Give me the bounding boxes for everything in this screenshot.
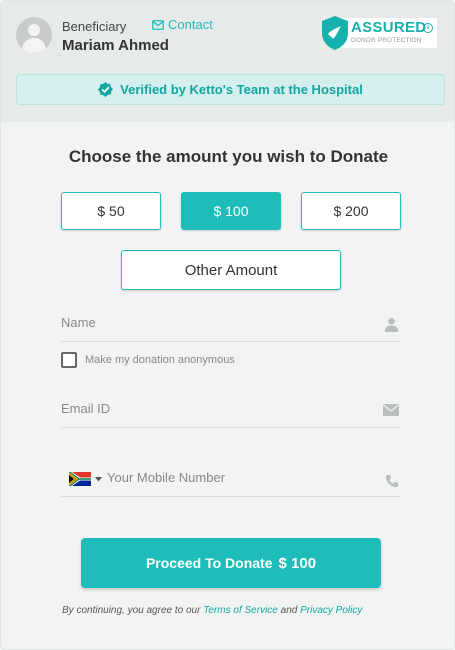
badge-title: ASSURED: [351, 19, 427, 36]
south-africa-flag-icon: [69, 472, 91, 486]
email-field-container: [61, 400, 401, 428]
mail-icon: [152, 19, 164, 30]
country-code-select[interactable]: [69, 472, 102, 486]
privacy-policy-link[interactable]: Privacy Policy: [300, 605, 362, 616]
name-input[interactable]: [61, 315, 361, 330]
badge-subtitle: DONOR PROTECTION: [351, 37, 422, 44]
assured-badge: ASSURED i DONOR PROTECTION: [321, 15, 437, 51]
email-input[interactable]: [61, 401, 361, 416]
terms-and: and: [277, 605, 301, 616]
user-icon: [384, 317, 399, 332]
verified-banner: Verified by Ketto's Team at the Hospital: [16, 74, 445, 105]
terms-prefix: By continuing, you agree to our: [62, 605, 204, 616]
proceed-to-donate-button[interactable]: Proceed To Donate $ 100: [81, 538, 381, 588]
shield-icon: [322, 16, 348, 50]
proceed-label: Proceed To Donate: [145, 555, 273, 571]
donation-card: Beneficiary Mariam Ahmed Contact ASSURED…: [0, 0, 455, 650]
name-field-container: [61, 314, 401, 342]
mobile-field-container: [61, 466, 401, 497]
page-title: Choose the amount you wish to Donate: [68, 147, 389, 166]
amount-200-button[interactable]: $ 200: [301, 192, 401, 230]
anonymous-label: Make my donation anonymous: [85, 354, 235, 366]
amount-100-button[interactable]: $ 100: [181, 192, 281, 230]
avatar: [16, 17, 52, 53]
other-amount-button[interactable]: Other Amount: [121, 250, 341, 290]
verified-text: Verified by Ketto's Team at the Hospital: [120, 82, 363, 97]
verified-check-icon: [98, 82, 114, 97]
beneficiary-label: Beneficiary: [62, 19, 127, 34]
envelope-icon: [383, 404, 399, 416]
contact-label: Contact: [168, 17, 213, 32]
mobile-input[interactable]: [107, 470, 357, 485]
beneficiary-header: Beneficiary Mariam Ahmed Contact ASSURED…: [1, 1, 454, 122]
amount-50-button[interactable]: $ 50: [61, 192, 161, 230]
proceed-amount: $ 100: [278, 554, 317, 572]
info-icon[interactable]: i: [423, 23, 433, 33]
terms-of-service-link[interactable]: Terms of Service: [203, 605, 278, 616]
checkbox-box[interactable]: [61, 352, 77, 368]
beneficiary-name: Mariam Ahmed: [62, 37, 169, 54]
anonymous-checkbox[interactable]: Make my donation anonymous: [61, 352, 235, 368]
terms-text: By continuing, you agree to our Terms of…: [62, 605, 362, 616]
chevron-down-icon: [95, 476, 102, 481]
phone-icon: [385, 474, 399, 488]
contact-link[interactable]: Contact: [152, 17, 213, 32]
